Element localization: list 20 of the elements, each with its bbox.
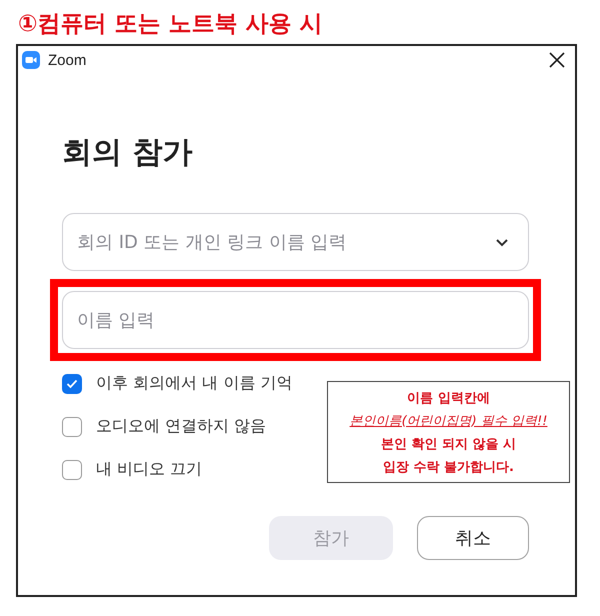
note-text: 본인 확인 되지 않을 시: [380, 436, 516, 452]
dialog-title: 회의 참가: [62, 134, 194, 172]
checkbox[interactable]: [62, 374, 82, 394]
cancel-button[interactable]: 취소: [417, 516, 529, 560]
note-text: 입장 수락 불가합니다.: [383, 458, 514, 476]
note-text: 본인이름(어린이집명) 필수 입력!!: [350, 412, 548, 430]
note-text: 이름 입력칸에: [407, 390, 490, 406]
window-title: Zoom: [48, 52, 86, 68]
checkbox[interactable]: [62, 416, 82, 436]
meeting-id-field[interactable]: 회의 ID 또는 개인 링크 이름 입력: [62, 213, 529, 271]
page-heading: ①컴퓨터 또는 노트북 사용 시: [17, 10, 324, 36]
checkbox[interactable]: [62, 460, 82, 480]
close-button[interactable]: [547, 50, 567, 70]
checkmark-icon: [66, 378, 78, 388]
camera-icon: [22, 51, 40, 69]
name-field[interactable]: 이름 입력: [62, 291, 529, 349]
option-label: 이후 회의에서 내 이름 기억: [96, 373, 292, 394]
chevron-down-icon[interactable]: [495, 238, 509, 247]
option-label: 오디오에 연결하지 않음: [96, 416, 266, 437]
option-label: 내 비디오 끄기: [96, 459, 202, 480]
